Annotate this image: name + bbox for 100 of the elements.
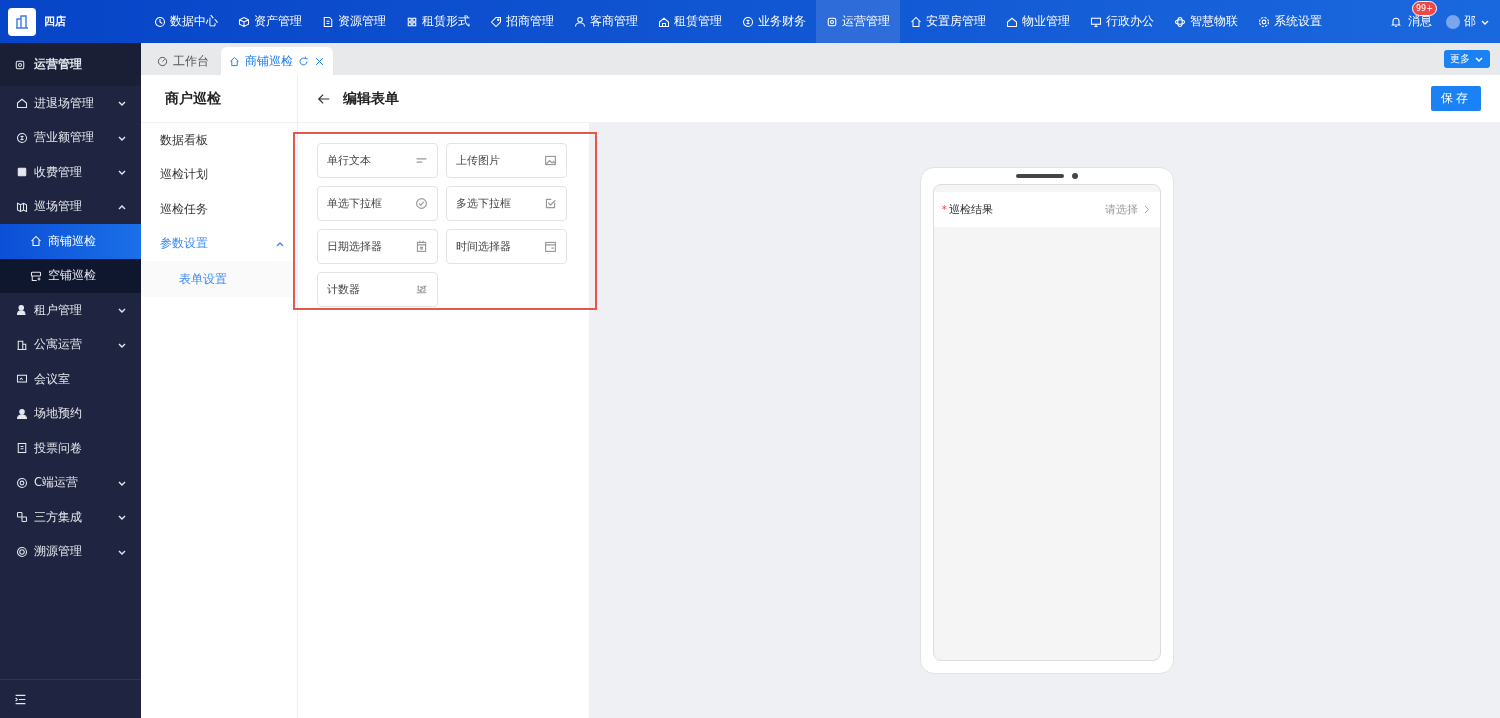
component-item[interactable]: 计数器 xyxy=(317,272,438,307)
sidebar-item[interactable]: 溯源管理 xyxy=(0,534,141,569)
close-icon xyxy=(314,55,325,67)
check-circle-icon xyxy=(415,197,428,210)
component-item[interactable]: 日期选择器 xyxy=(317,229,438,264)
page-title: 编辑表单 xyxy=(343,89,399,108)
settings-icon xyxy=(1258,15,1270,28)
component-item[interactable]: 多选下拉框 xyxy=(446,186,567,221)
map-icon xyxy=(16,200,28,213)
number-icon xyxy=(415,283,428,296)
sidebar-item[interactable]: C端运营 xyxy=(0,465,141,500)
home-icon xyxy=(229,55,240,67)
nav-tab[interactable]: 客商管理 xyxy=(564,0,648,43)
home-icon xyxy=(910,15,922,28)
box-icon xyxy=(14,58,26,71)
component-item[interactable]: 上传图片 xyxy=(446,143,567,178)
target-icon xyxy=(16,476,28,489)
page-tab[interactable]: 工作台 xyxy=(149,47,217,75)
sidebar-item[interactable]: 商铺巡检 xyxy=(0,224,141,259)
panel-title: 商户巡检 xyxy=(141,75,297,123)
nav-tab[interactable]: 智慧物联 xyxy=(1164,0,1248,43)
component-item[interactable]: 时间选择器 xyxy=(446,229,567,264)
more-button[interactable]: 更多 xyxy=(1444,50,1490,68)
box-icon xyxy=(16,166,28,179)
field-label: 巡检结果 xyxy=(949,202,994,217)
sidebar-item[interactable]: 巡场管理 xyxy=(0,189,141,224)
sidebar-item[interactable]: 进退场管理 xyxy=(0,86,141,121)
nav-tab[interactable]: 资源管理 xyxy=(312,0,396,43)
menu-item[interactable]: 参数设置 xyxy=(141,226,297,261)
menu-item[interactable]: 巡检任务 xyxy=(141,192,297,227)
speaker xyxy=(1015,174,1064,178)
avatar[interactable] xyxy=(1446,14,1460,29)
sidebar-title: 运营管理 xyxy=(34,56,82,73)
refresh-icon xyxy=(298,55,309,67)
messages-link[interactable]: 消息 xyxy=(1408,13,1432,30)
nav-tab[interactable]: 租赁管理 xyxy=(648,0,732,43)
sidebar-item[interactable]: 收费管理 xyxy=(0,155,141,190)
house-icon xyxy=(658,15,670,28)
menu-icon xyxy=(14,692,27,706)
person-icon xyxy=(16,304,28,317)
brand-name: 四店 xyxy=(44,14,67,29)
sidebar-item[interactable]: 营业额管理 xyxy=(0,120,141,155)
back-arrow-icon xyxy=(317,91,331,106)
tag-icon xyxy=(490,15,502,28)
sidebar-item[interactable]: 空铺巡检 xyxy=(0,258,141,293)
target-icon xyxy=(16,545,28,558)
house-icon xyxy=(16,97,28,110)
grid-icon xyxy=(406,15,418,28)
nav-tab[interactable]: 系统设置 xyxy=(1248,0,1332,43)
user-name[interactable]: 邵 xyxy=(1464,13,1476,30)
bell-icon xyxy=(1390,15,1402,28)
nav-tab[interactable]: 数据中心 xyxy=(144,0,228,43)
person-icon xyxy=(574,15,586,28)
component-item[interactable]: 单选下拉框 xyxy=(317,186,438,221)
sidebar-item[interactable]: 场地预约 xyxy=(0,396,141,431)
nav-tab[interactable]: 业务财务 xyxy=(732,0,816,43)
menu-item[interactable]: 数据看板 xyxy=(141,123,297,158)
person-icon xyxy=(16,407,28,420)
menu-item[interactable]: 巡检计划 xyxy=(141,157,297,192)
house-icon xyxy=(1006,15,1018,28)
sidebar-item[interactable]: 租户管理 xyxy=(0,293,141,328)
nav-tab[interactable]: 招商管理 xyxy=(480,0,564,43)
link-icon xyxy=(16,511,28,524)
nav-tab[interactable]: 物业管理 xyxy=(996,0,1080,43)
component-item[interactable]: 单行文本 xyxy=(317,143,438,178)
nav-tab[interactable]: 运营管理 xyxy=(816,0,900,43)
form-field[interactable]: * 巡检结果 请选择 xyxy=(933,192,1160,227)
home-icon xyxy=(30,235,42,248)
sidebar-item[interactable]: 三方集成 xyxy=(0,500,141,535)
page-tab[interactable]: 商铺巡检 xyxy=(221,47,333,75)
calendar-icon xyxy=(415,240,428,253)
nav-tab[interactable]: 租赁形式 xyxy=(396,0,480,43)
nav-tab[interactable]: 行政办公 xyxy=(1080,0,1164,43)
count-badge: 99+ xyxy=(1412,1,1437,16)
box-icon xyxy=(826,15,838,28)
atom-icon xyxy=(1174,15,1186,28)
nav-tab[interactable]: 资产管理 xyxy=(228,0,312,43)
building-icon xyxy=(14,13,30,30)
document-icon xyxy=(322,15,334,28)
image-icon xyxy=(544,154,557,167)
camera-dot xyxy=(1071,173,1078,179)
field-placeholder: 请选择 xyxy=(1104,202,1138,217)
checkbox-icon xyxy=(544,197,557,210)
screen-icon xyxy=(16,373,28,386)
sidebar-item[interactable]: 公寓运营 xyxy=(0,327,141,362)
save-button[interactable]: 保存 xyxy=(1431,86,1481,111)
required-mark: * xyxy=(941,203,947,216)
coin-icon xyxy=(16,131,28,144)
nav-tab[interactable]: 安置房管理 xyxy=(900,0,996,43)
calendar-icon xyxy=(544,240,557,253)
cube-icon xyxy=(238,15,250,28)
gauge-icon xyxy=(157,55,168,67)
sidebar-item[interactable]: 会议室 xyxy=(0,362,141,397)
building-icon xyxy=(16,338,28,351)
monitor-icon xyxy=(1090,15,1102,28)
storefront-icon xyxy=(30,269,42,282)
clock-icon xyxy=(154,15,166,28)
notebook-icon xyxy=(16,442,28,455)
coin-icon xyxy=(742,15,754,28)
sidebar-item[interactable]: 投票问卷 xyxy=(0,431,141,466)
